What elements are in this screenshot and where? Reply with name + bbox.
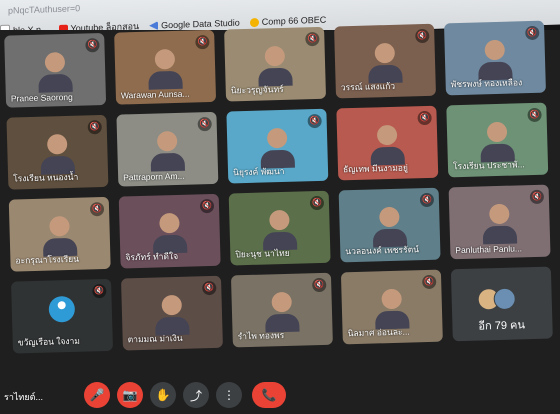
participant-tile[interactable]: 🔇 โรงเรียน หนองน้ำ [6,114,109,190]
participant-name: จิรภัทร์ ทำดีใจ [125,250,179,263]
participant-tile[interactable]: 🔇 จิรภัทร์ ทำดีใจ [118,193,221,269]
mic-button[interactable]: 🎤 [84,382,110,408]
participant-name: นิลมาศ อ่อนละ... [347,326,410,339]
participant-video [154,294,190,336]
participant-video [258,45,293,87]
participant-name: รำไพ ทองพร [237,330,285,342]
participant-video [260,127,295,169]
video-meeting: 🔇 Pranee Saorong 🔇 Warawan Aunsa... 🔇 นิยะวรุ… [0,20,560,414]
participant-avatars [477,287,517,311]
mic-muted-icon: 🔇 [417,110,432,126]
more-participants-tile[interactable]: อีก 79 คน [450,266,553,342]
participant-tile[interactable]: 🔇 ขวัญเรือน ใจงาม [11,278,114,354]
participant-tile[interactable]: 🔇 Pranee Saorong [4,32,107,108]
participant-name: โรงเรียน หนองน้ำ [13,171,79,184]
mic-muted-icon: 🔇 [202,280,217,296]
participant-tile[interactable]: 🔇 รำไพ ทองพร [230,272,333,348]
participant-tile[interactable]: 🔇 นิยุรงค์ พัฒนา [226,108,329,184]
avatar [48,295,76,323]
participant-name: ปิยะนุช นาไทย [235,247,290,260]
mic-muted-icon: 🔇 [89,202,105,217]
raise-hand-button[interactable]: ✋ [150,382,176,408]
participant-tile[interactable]: 🔇 Pattraporn Am... [116,111,219,187]
mic-muted-icon: 🔇 [527,107,542,123]
control-bar: 🎤 📷 ✋ ⤴ ⋮ 📞 [0,382,560,414]
mic-off-icon: 🎤 [89,388,105,402]
camera-off-icon: 📷 [122,388,138,402]
camera-button[interactable]: 📷 [117,382,143,408]
participant-video [372,206,408,248]
participant-grid: 🔇 Pranee Saorong 🔇 Warawan Aunsa... 🔇 นิยะวรุ… [0,14,560,360]
participant-name: อะกรุณาโรงเรียน [15,253,80,266]
mic-muted-icon: 🔇 [197,116,212,132]
participant-video [40,134,76,175]
participant-name: ธัญเทพ มีนงามอยู่ [342,162,409,175]
participant-video [148,48,183,90]
participant-tile[interactable]: 🔇 ปิยะนุช นาไทย [228,190,331,266]
participant-video [480,121,515,163]
participant-tile[interactable]: 🔇 ธัญเทพ มีนงามอยู่ [336,105,439,181]
participant-tile[interactable]: 🔇 Warawan Aunsa... [114,29,217,105]
participant-video [264,291,300,333]
participant-tile[interactable]: 🔇 พัชรพงษ์ ทองเหลือง [443,20,546,96]
participant-name: Pattraporn Am... [123,170,185,183]
participant-name: Panluthai Panlu... [455,243,523,256]
mic-muted-icon: 🔇 [422,274,437,290]
participant-video [370,124,405,166]
participant-name: Pranee Saorong [10,91,73,104]
mic-muted-icon: 🔇 [92,283,107,299]
mic-muted-icon: 🔇 [195,34,210,50]
participant-name: นิยุรงค์ พัฒนา [232,165,285,178]
leave-call-button[interactable]: 📞 [252,382,286,408]
participant-video [42,215,78,257]
participant-name: พัชรพงษ์ ทองเหลือง [450,77,523,90]
participant-video [482,203,518,245]
participant-video [368,42,403,84]
participant-name: ตามมณ ม่าเงิน [127,332,183,345]
participant-tile[interactable]: 🔇 นวลอนงค์ เพชรรัตน์ [338,187,441,263]
mic-muted-icon: 🔇 [309,195,325,211]
participant-tile[interactable]: 🔇 นิยะวรุญจันทร์ [224,26,327,102]
more-options-button[interactable]: ⋮ [216,382,242,408]
mic-muted-icon: 🔇 [525,25,540,41]
participant-video [374,288,410,330]
participant-video [38,52,73,93]
participant-tile[interactable]: 🔇 นิลมาศ อ่อนละ... [340,269,443,345]
mic-muted-icon: 🔇 [199,198,215,214]
participant-name: โรงเรียน ประชาพั... [452,159,525,172]
participant-video [477,39,513,81]
participant-name: ขวัญเรือน ใจงาม [17,335,81,348]
mic-muted-icon: 🔇 [87,120,102,135]
participant-name: Warawan Aunsa... [120,88,190,101]
participant-video [152,212,188,254]
participant-tile[interactable]: 🔇 Panluthai Panlu... [448,184,551,260]
participant-name: นวลอนงค์ เพชรรัตน์ [345,244,420,257]
more-participants-label: อีก 79 คน [478,319,526,333]
participant-name: วรรณ์ แสงแก้ว [340,80,396,93]
mic-muted-icon: 🔇 [529,189,545,205]
participant-tile[interactable]: 🔇 วรรณ์ แสงแก้ว [334,23,437,99]
mic-muted-icon: 🔇 [307,113,322,129]
url-fragment[interactable]: pNqcTAuthuser=0 [8,3,80,16]
mic-muted-icon: 🔇 [312,277,327,293]
more-vertical-icon: ⋮ [223,388,235,402]
participant-tile[interactable]: 🔇 ตามมณ ม่าเงิน [120,275,223,351]
participant-tile[interactable]: 🔇 อะกรุณาโรงเรียน [8,196,111,272]
mic-muted-icon: 🔇 [85,38,100,53]
participant-video [150,130,186,172]
end-call-icon: 📞 [261,388,277,402]
participant-video [262,209,298,251]
participant-tile[interactable]: 🔇 โรงเรียน ประชาพั... [446,102,549,178]
present-icon: ⤴ [189,388,202,403]
hand-icon: ✋ [155,388,171,402]
mic-muted-icon: 🔇 [305,31,320,47]
mic-muted-icon: 🔇 [419,192,435,208]
present-button[interactable]: ⤴ [183,382,209,408]
mic-muted-icon: 🔇 [415,28,430,44]
participant-name: นิยะวรุญจันทร์ [230,83,284,96]
